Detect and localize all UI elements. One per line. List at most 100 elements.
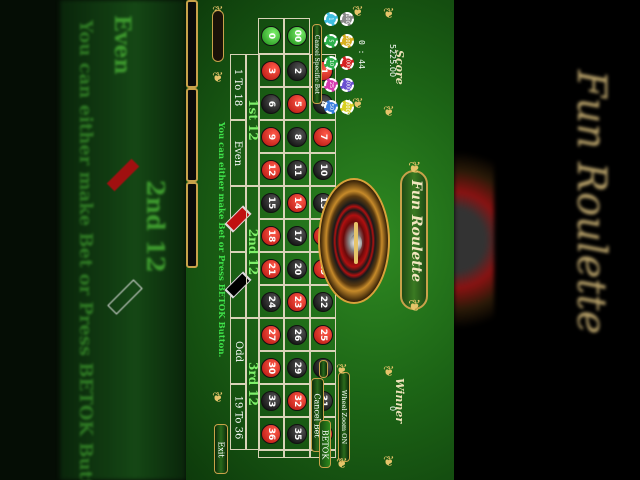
left-blurred-background: Even 2nd 12 You can either make Bet or P… xyxy=(0,0,186,480)
number-chip: 8 xyxy=(287,126,307,147)
blurred-even-text: Even xyxy=(109,15,135,75)
number-chip: 23 xyxy=(287,291,307,312)
chip-25[interactable]: 25 xyxy=(324,78,338,92)
chip-value: 1 xyxy=(328,17,334,21)
column-bet[interactable] xyxy=(258,450,284,458)
number-cell[interactable]: 21 xyxy=(258,252,284,285)
number-cell[interactable]: 36 xyxy=(258,417,284,450)
betok-button[interactable]: BETOK xyxy=(319,420,331,468)
number-chip: 29 xyxy=(287,357,307,378)
chip-value: 10000 xyxy=(344,99,350,115)
number-chip: 22 xyxy=(313,291,333,312)
number-chip: 30 xyxy=(261,357,281,378)
number-cell[interactable]: 20 xyxy=(284,252,310,285)
number-cell[interactable]: 33 xyxy=(258,384,284,417)
number-cell[interactable]: 32 xyxy=(284,384,310,417)
number-cell[interactable]: 6 xyxy=(258,87,284,120)
flourish-title-top: ❦ xyxy=(408,158,422,177)
number-cell[interactable]: 30 xyxy=(258,351,284,384)
number-cell[interactable]: 5 xyxy=(284,87,310,120)
flourish-zoom-bottom: ❦ xyxy=(336,456,348,472)
flourish-winner-top: ❦ xyxy=(383,364,395,380)
flourish-winner-bottom: ❦ xyxy=(383,454,395,470)
number-cell[interactable]: 12 xyxy=(258,153,284,186)
flourish-timer-top: ❦ xyxy=(352,4,364,20)
number-cell[interactable]: 14 xyxy=(284,186,310,219)
number-cell[interactable]: 8 xyxy=(284,120,310,153)
blurred-title: Fun Roulette xyxy=(568,70,614,335)
number-chip: 32 xyxy=(287,390,307,411)
outside-bet-label: 19 To 36 xyxy=(232,395,244,439)
number-chip: 35 xyxy=(287,423,307,444)
number-chip: 7 xyxy=(313,126,333,147)
number-chip: 2 xyxy=(287,60,307,81)
number-chip: 15 xyxy=(261,192,281,213)
left-top-scroll xyxy=(212,10,224,62)
chip-50[interactable]: 50 xyxy=(324,100,338,114)
black-bet[interactable] xyxy=(224,252,252,318)
number-cell[interactable]: 3 xyxy=(258,54,284,87)
score-box xyxy=(186,88,198,182)
number-cell[interactable]: 2 xyxy=(284,54,310,87)
outside-bet[interactable]: 19 To 36 xyxy=(230,384,246,450)
zero-cell[interactable]: 0 xyxy=(258,18,284,54)
chip-1000[interactable]: 1000 xyxy=(340,56,354,70)
number-cell[interactable]: 18 xyxy=(258,219,284,252)
number-chip: 24 xyxy=(261,291,281,312)
column-bet[interactable] xyxy=(284,450,310,458)
number-cell[interactable]: 27 xyxy=(258,318,284,351)
chip-10[interactable]: 10 xyxy=(324,56,338,70)
flourish-title-bottom: ❦ xyxy=(408,296,422,315)
number-chip: 10 xyxy=(313,159,333,180)
number-cell[interactable]: 9 xyxy=(258,120,284,153)
zero-number: 0 xyxy=(261,26,281,46)
number-chip: 11 xyxy=(287,159,307,180)
number-chip: 5 xyxy=(287,93,307,114)
exit-button[interactable]: Exit xyxy=(214,424,228,474)
flourish-score-bottom: ❦ xyxy=(383,104,395,120)
app-title: Fun Roulette xyxy=(408,180,424,283)
chip-5[interactable]: 5 xyxy=(324,34,338,48)
red-bet[interactable] xyxy=(224,186,252,252)
chip-500[interactable]: 500 xyxy=(340,34,354,48)
chip-5000[interactable]: 5000 xyxy=(340,78,354,92)
number-cell[interactable]: 23 xyxy=(284,285,310,318)
outside-bet[interactable]: Odd xyxy=(230,318,246,384)
number-cell[interactable]: 15 xyxy=(258,186,284,219)
chip-1[interactable]: 1 xyxy=(324,12,338,26)
wheel-zoom-label: Wheel Zoom ON xyxy=(340,389,349,445)
timer-box xyxy=(186,0,198,88)
outside-bet-label: 1 To 18 xyxy=(232,68,244,106)
flourish-score-top: ❦ xyxy=(383,6,395,22)
game-panel: Exit You can either make Bet or Press BE… xyxy=(186,0,454,480)
number-cell[interactable]: 7 xyxy=(310,120,336,153)
number-chip: 27 xyxy=(261,324,281,345)
winner-box xyxy=(186,182,198,268)
flourish-timer-bottom: ❦ xyxy=(352,96,364,112)
number-cell[interactable]: 11 xyxy=(284,153,310,186)
number-cell[interactable]: 29 xyxy=(284,351,310,384)
instruction-text: You can either make Bet or Press BETOK B… xyxy=(216,122,226,358)
outside-bet[interactable]: Even xyxy=(230,120,246,186)
cancel-bet-tab[interactable] xyxy=(319,360,328,378)
number-cell[interactable]: 25 xyxy=(310,318,336,351)
number-chip: 26 xyxy=(287,324,307,345)
number-cell[interactable]: 17 xyxy=(284,219,310,252)
number-cell[interactable]: 10 xyxy=(310,153,336,186)
zero-cell[interactable]: 00 xyxy=(284,18,310,54)
chip-value: 1000 xyxy=(344,56,351,70)
cancel-specific-bet-button[interactable]: Cancel Specific Bet xyxy=(312,24,322,104)
number-cell[interactable]: 24 xyxy=(258,285,284,318)
number-chip: 12 xyxy=(261,159,281,180)
number-cell[interactable]: 35 xyxy=(284,417,310,450)
wheel-zoom-button[interactable]: Wheel Zoom ON xyxy=(338,372,350,462)
number-chip: 33 xyxy=(261,390,281,411)
outside-bet-label: Odd xyxy=(232,340,244,362)
chip-value: 10 xyxy=(328,59,334,67)
flourish-left-1: ❦ xyxy=(212,70,224,86)
number-chip: 17 xyxy=(287,225,307,246)
outside-bet-label: Even xyxy=(232,140,244,166)
number-cell[interactable]: 26 xyxy=(284,318,310,351)
roulette-wheel xyxy=(318,178,390,304)
outside-bet[interactable]: 1 To 18 xyxy=(230,54,246,120)
